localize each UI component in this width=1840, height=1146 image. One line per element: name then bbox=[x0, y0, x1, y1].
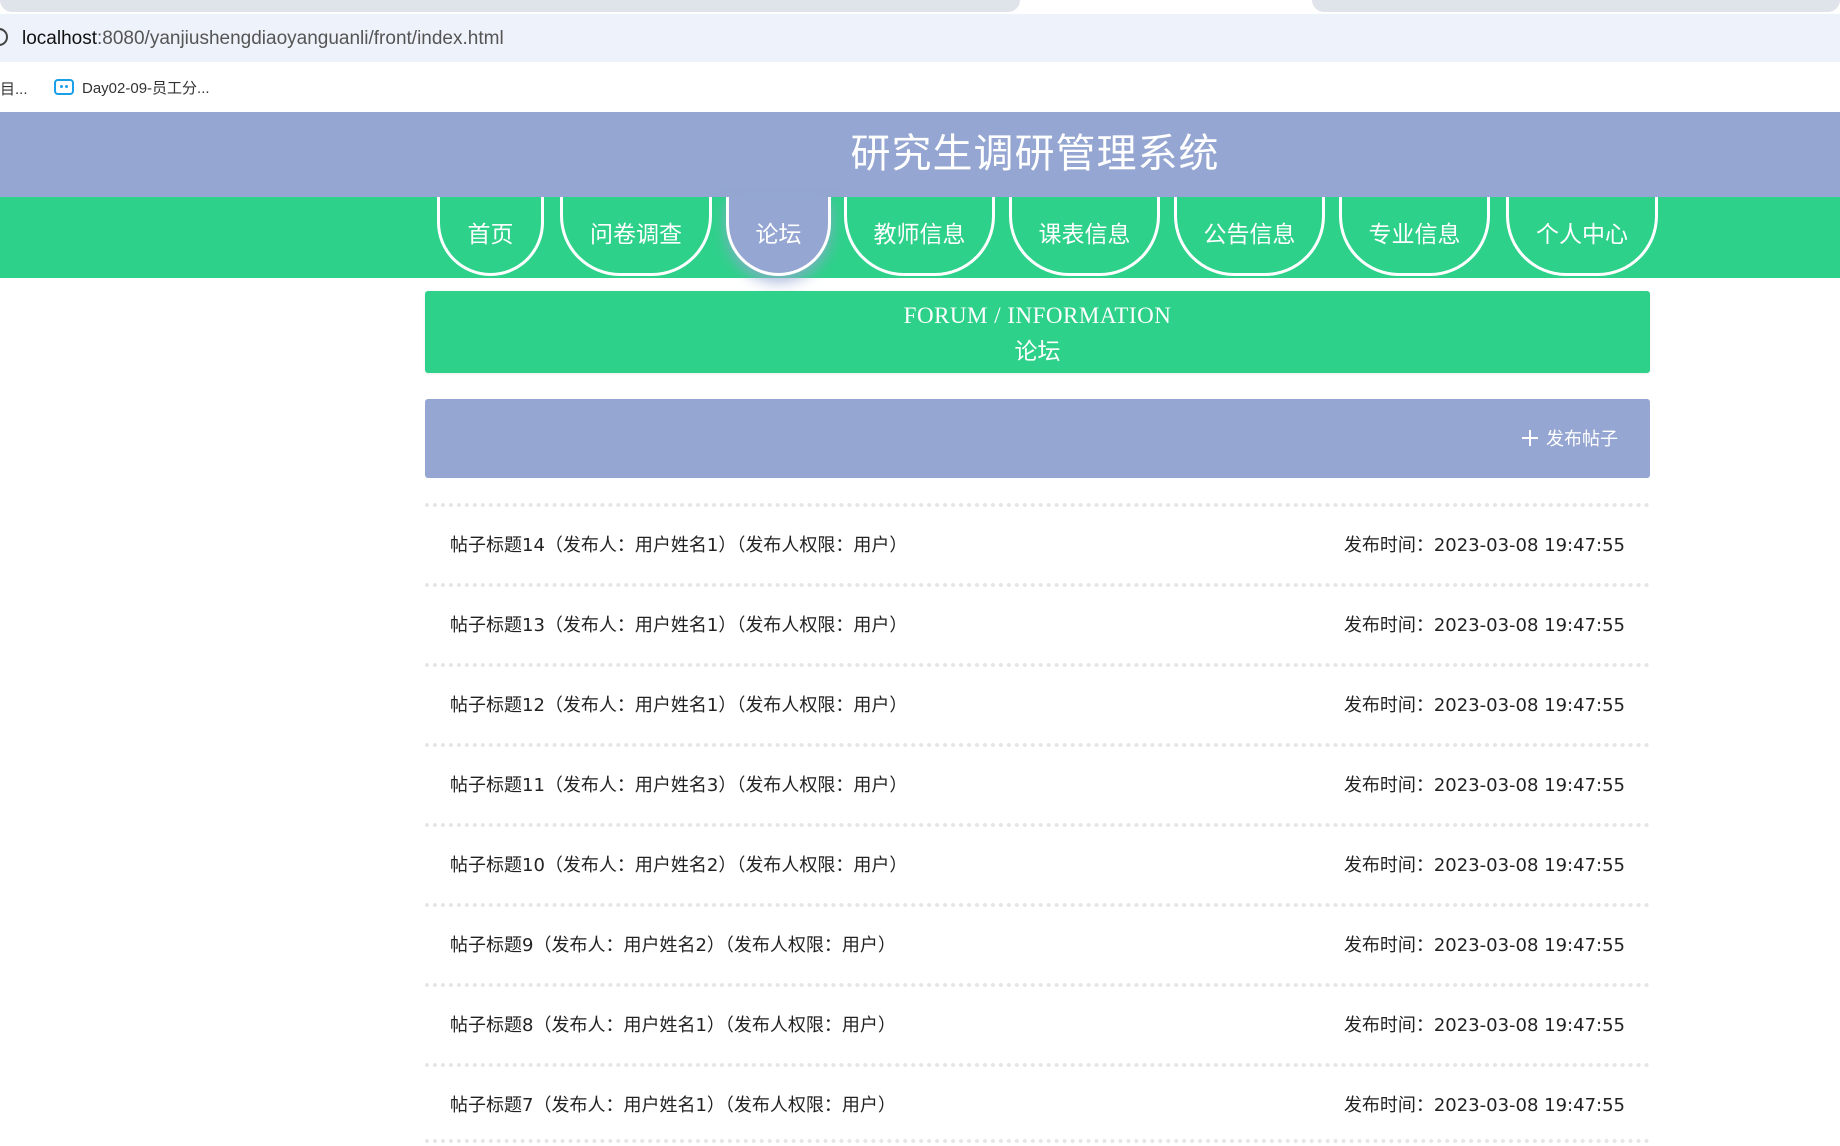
browser-tab-strip bbox=[0, 0, 1840, 14]
post-row[interactable]: 帖子标题8（发布人：用户姓名1）（发布人权限：用户） 发布时间：2023-03-… bbox=[425, 983, 1650, 1063]
post-title: 帖子标题8（发布人：用户姓名1）（发布人权限：用户） bbox=[450, 1015, 896, 1036]
post-title: 帖子标题14（发布人：用户姓名1）（发布人权限：用户） bbox=[450, 535, 908, 556]
post-title: 帖子标题10（发布人：用户姓名2）（发布人权限：用户） bbox=[450, 855, 908, 876]
post-title: 帖子标题7（发布人：用户姓名1）（发布人权限：用户） bbox=[450, 1095, 896, 1116]
url-field[interactable]: localhost:8080/yanjiushengdiaoyanguanli/… bbox=[22, 28, 504, 50]
post-time: 发布时间：2023-03-08 19:47:55 bbox=[1343, 775, 1625, 796]
browser-tab[interactable] bbox=[0, 0, 1020, 12]
browser-tab[interactable] bbox=[1312, 0, 1840, 12]
nav-item-timetable[interactable]: 课表信息 bbox=[1009, 197, 1160, 276]
bookmark-label: Day02-09-员工分... bbox=[82, 79, 210, 97]
post-row[interactable]: 帖子标题10（发布人：用户姓名2）（发布人权限：用户） 发布时间：2023-03… bbox=[425, 823, 1650, 903]
post-row[interactable]: 帖子标题13（发布人：用户姓名1）（发布人权限：用户） 发布时间：2023-03… bbox=[425, 583, 1650, 663]
plus-icon bbox=[1522, 430, 1538, 446]
post-time: 发布时间：2023-03-08 19:47:55 bbox=[1343, 1015, 1625, 1036]
post-time: 发布时间：2023-03-08 19:47:55 bbox=[1343, 615, 1625, 636]
forum-banner: FORUM / INFORMATION 论坛 bbox=[425, 291, 1650, 373]
site-info-icon[interactable] bbox=[0, 28, 8, 46]
site-header: 研究生调研管理系统 bbox=[0, 112, 1840, 197]
publish-post-button[interactable]: 发布帖子 bbox=[1522, 423, 1618, 453]
post-row[interactable]: 帖子标题11（发布人：用户姓名3）（发布人权限：用户） 发布时间：2023-03… bbox=[425, 743, 1650, 823]
bookmark-truncated[interactable]: 目... bbox=[0, 78, 28, 99]
nav-item-profile[interactable]: 个人中心 bbox=[1506, 197, 1658, 276]
post-time: 发布时间：2023-03-08 19:47:55 bbox=[1343, 935, 1625, 956]
nav-item-majors[interactable]: 专业信息 bbox=[1339, 197, 1490, 276]
bilibili-icon bbox=[54, 79, 74, 95]
post-title: 帖子标题13（发布人：用户姓名1）（发布人权限：用户） bbox=[450, 615, 908, 636]
post-row[interactable]: 帖子标题7（发布人：用户姓名1）（发布人权限：用户） 发布时间：2023-03-… bbox=[425, 1063, 1650, 1143]
nav-item-announcements[interactable]: 公告信息 bbox=[1174, 197, 1325, 276]
post-row[interactable]: 帖子标题12（发布人：用户姓名1）（发布人权限：用户） 发布时间：2023-03… bbox=[425, 663, 1650, 743]
url-path: :8080/yanjiushengdiaoyanguanli/front/ind… bbox=[97, 28, 504, 49]
post-list: 帖子标题14（发布人：用户姓名1）（发布人权限：用户） 发布时间：2023-03… bbox=[425, 503, 1650, 1143]
post-row[interactable]: 帖子标题14（发布人：用户姓名1）（发布人权限：用户） 发布时间：2023-03… bbox=[425, 503, 1650, 583]
publish-post-label: 发布帖子 bbox=[1546, 429, 1618, 450]
post-title: 帖子标题9（发布人：用户姓名2）（发布人权限：用户） bbox=[450, 935, 896, 956]
address-bar[interactable]: localhost:8080/yanjiushengdiaoyanguanli/… bbox=[0, 14, 1840, 62]
nav-item-teachers[interactable]: 教师信息 bbox=[844, 197, 995, 276]
post-time: 发布时间：2023-03-08 19:47:55 bbox=[1343, 695, 1625, 716]
post-time: 发布时间：2023-03-08 19:47:55 bbox=[1343, 535, 1625, 556]
post-row[interactable]: 帖子标题9（发布人：用户姓名2）（发布人权限：用户） 发布时间：2023-03-… bbox=[425, 903, 1650, 983]
site-title: 研究生调研管理系统 bbox=[850, 131, 1220, 177]
forum-action-bar: 发布帖子 bbox=[425, 399, 1650, 478]
post-title: 帖子标题12（发布人：用户姓名1）（发布人权限：用户） bbox=[450, 695, 908, 716]
post-time: 发布时间：2023-03-08 19:47:55 bbox=[1343, 855, 1625, 876]
url-host: localhost bbox=[22, 28, 97, 49]
forum-banner-cn: 论坛 bbox=[1014, 339, 1061, 365]
nav-item-home[interactable]: 首页 bbox=[437, 197, 544, 276]
post-time: 发布时间：2023-03-08 19:47:55 bbox=[1343, 1095, 1625, 1116]
bookmarks-bar: 目... Day02-09-员工分... bbox=[0, 62, 1840, 112]
forum-banner-en: FORUM / INFORMATION bbox=[903, 303, 1172, 328]
nav-item-forum[interactable]: 论坛 bbox=[726, 197, 831, 276]
bookmark-item[interactable]: Day02-09-员工分... bbox=[54, 76, 210, 98]
main-nav: 首页 问卷调查 论坛 教师信息 课表信息 公告信息 专业信息 个人中心 bbox=[0, 197, 1840, 278]
nav-item-survey[interactable]: 问卷调查 bbox=[560, 197, 712, 276]
post-title: 帖子标题11（发布人：用户姓名3）（发布人权限：用户） bbox=[450, 775, 908, 796]
